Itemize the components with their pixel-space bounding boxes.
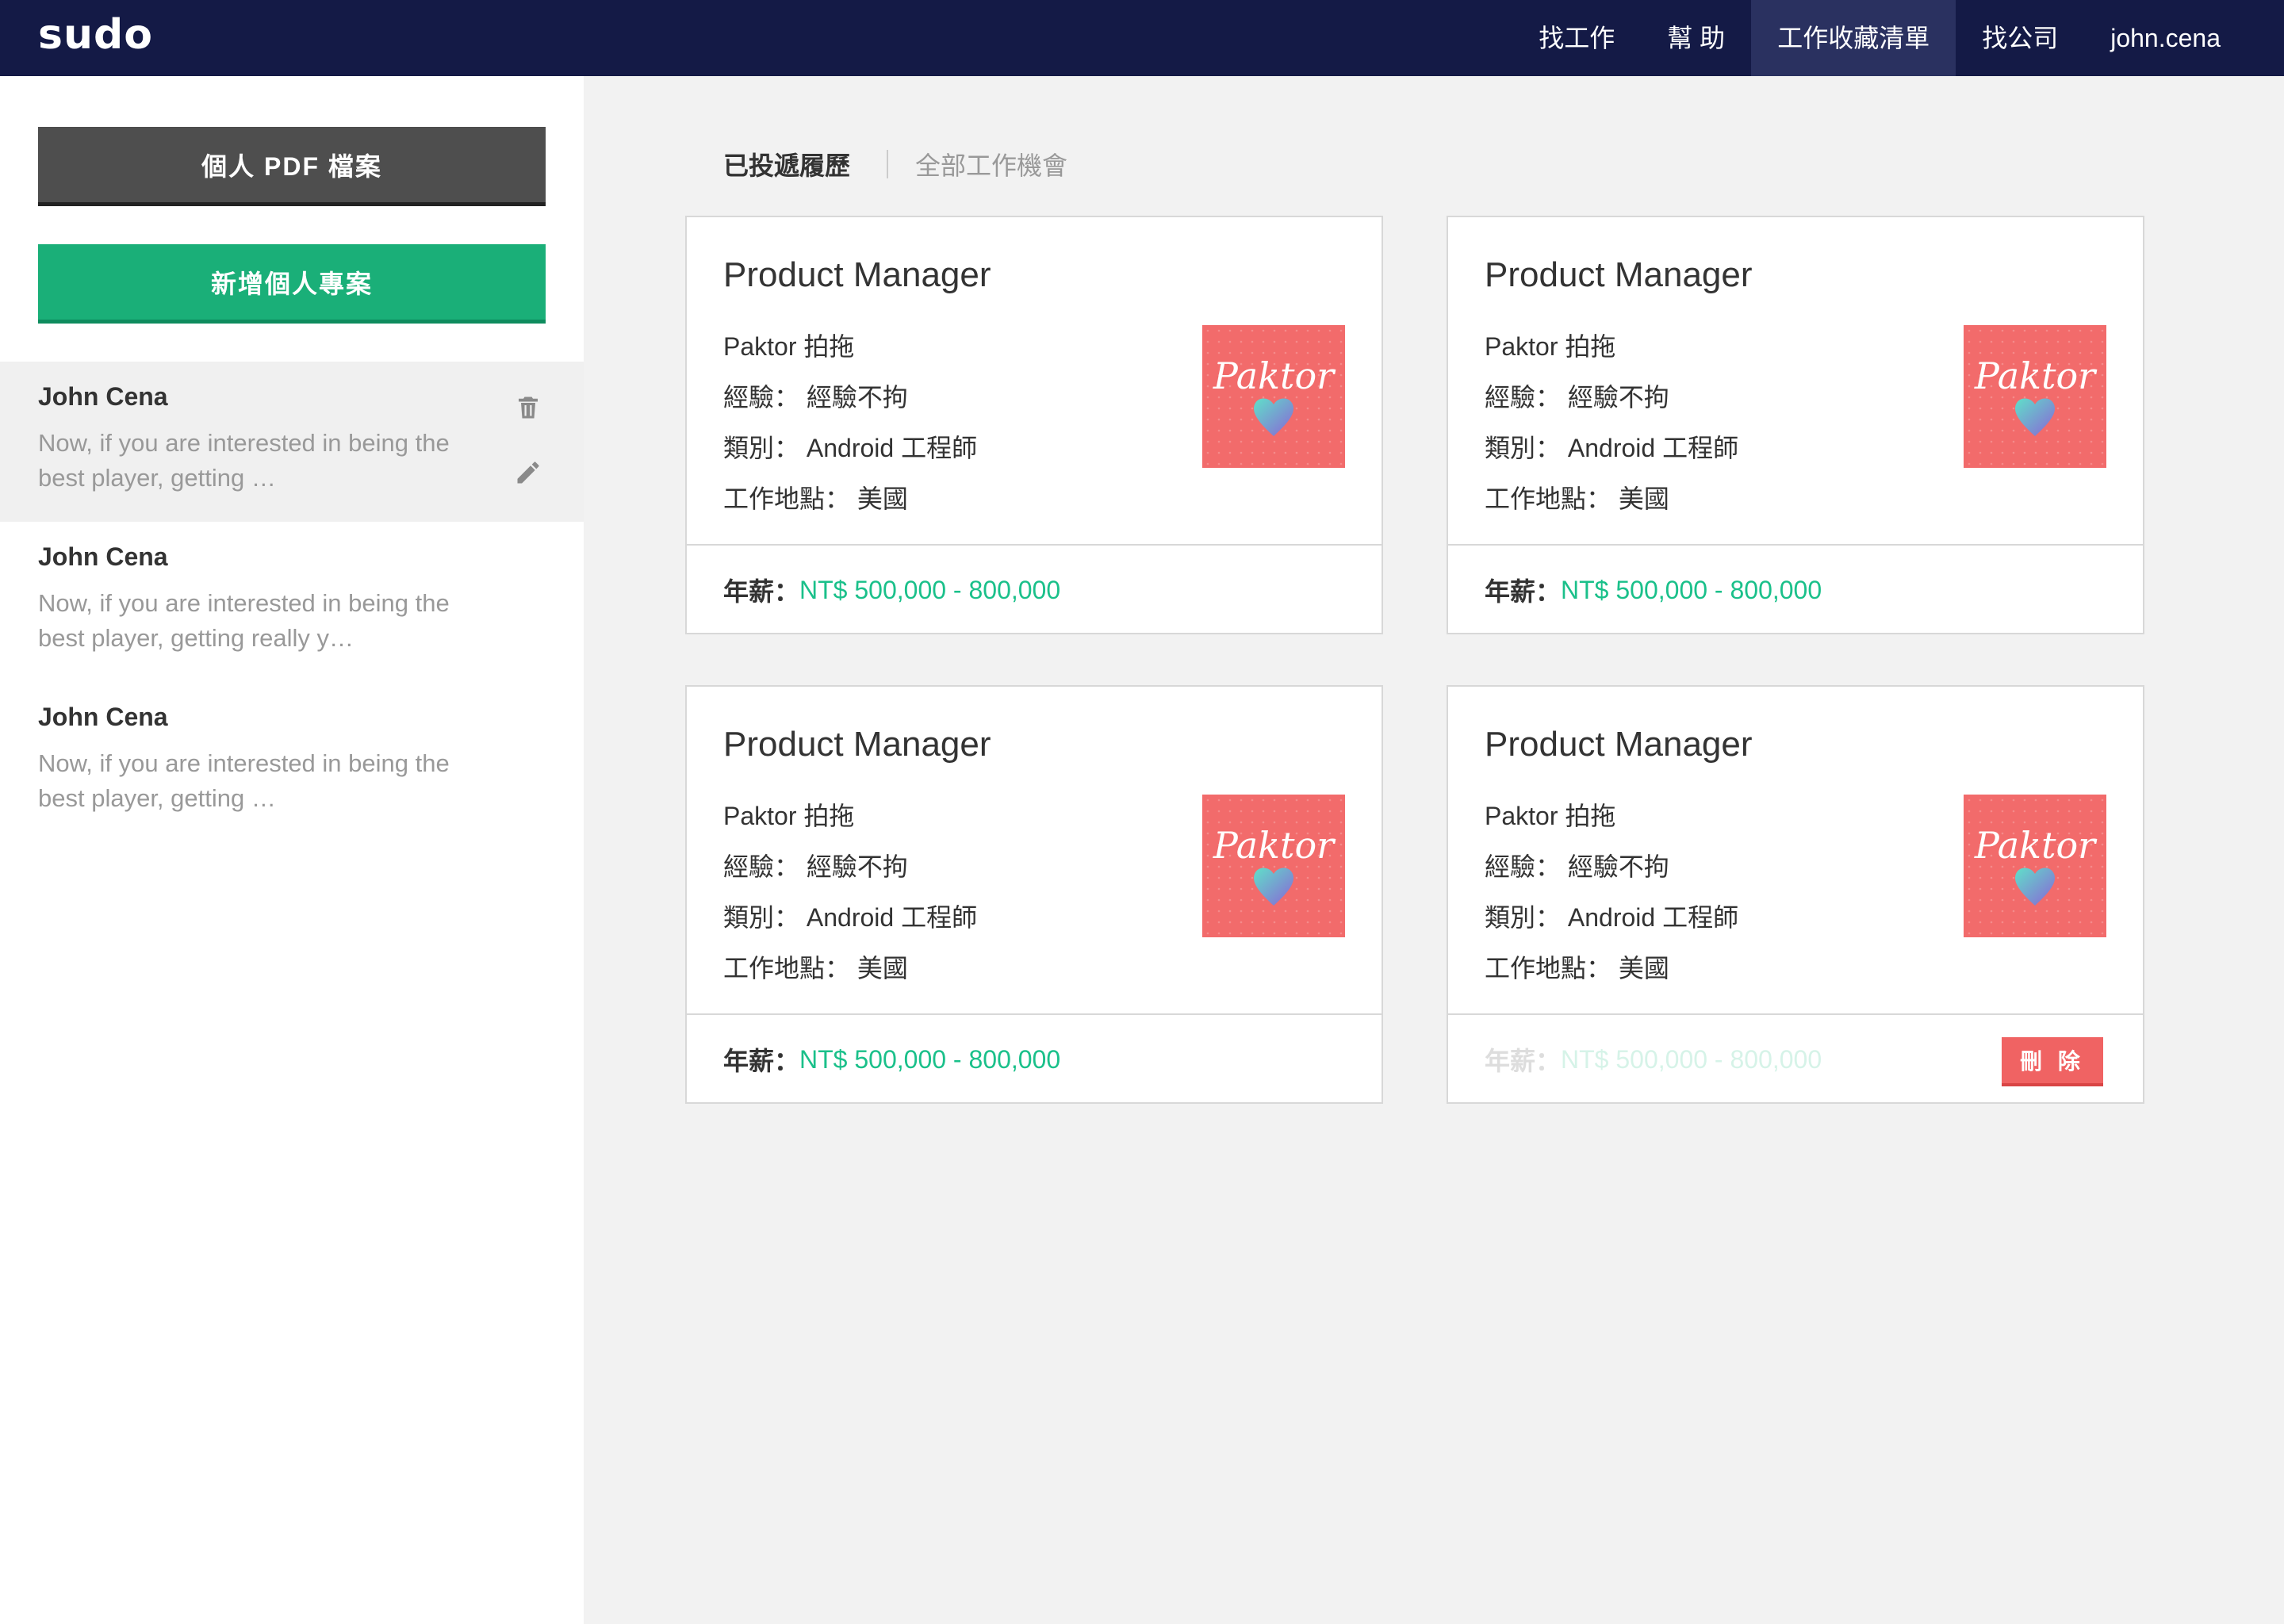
job-category: 類別： Android 工程師: [723, 434, 978, 462]
job-info: Paktor 拍拖 經驗： 經驗不拘 類別： Android 工程師 工作地點：…: [723, 796, 977, 999]
job-card[interactable]: Product Manager Paktor 拍拖 經驗： 經驗不拘 類別： A…: [685, 685, 1383, 1104]
delete-button[interactable]: 刪 除: [2002, 1037, 2103, 1086]
job-title[interactable]: Product Manager: [723, 255, 991, 295]
project-list: John Cena Now, if you are interested in …: [0, 362, 584, 842]
project-description: Now, if you are interested in being the …: [38, 429, 450, 492]
company-name: Paktor 拍拖: [723, 332, 855, 361]
project-name: John Cena: [38, 542, 168, 571]
main-nav: 找工作 幫 助 工作收藏清單 找公司 john.cena: [1512, 0, 2284, 76]
job-title[interactable]: Product Manager: [723, 725, 991, 764]
job-card-footer: 年薪： NT$ 500,000 - 800,000: [687, 1013, 1382, 1104]
job-card-body: Product Manager Paktor 拍拖 經驗： 經驗不拘 類別： A…: [687, 217, 1382, 544]
project-name: John Cena: [38, 382, 168, 411]
job-card[interactable]: Product Manager Paktor 拍拖 經驗： 經驗不拘 類別： A…: [1447, 216, 2144, 634]
top-nav-bar: sudo 找工作 幫 助 工作收藏清單 找公司 john.cena: [0, 0, 2284, 76]
company-name: Paktor 拍拖: [1485, 332, 1616, 361]
project-description: Now, if you are interested in being the …: [38, 749, 450, 812]
salary-label: 年薪：: [1485, 1047, 1562, 1075]
company-name: Paktor 拍拖: [723, 802, 855, 830]
job-experience: 經驗： 經驗不拘: [723, 852, 908, 881]
job-card-body: Product Manager Paktor 拍拖 經驗： 經驗不拘 類別： A…: [1448, 217, 2143, 544]
project-item[interactable]: John Cena Now, if you are interested in …: [0, 682, 584, 842]
nav-find-companies[interactable]: 找公司: [1956, 0, 2084, 76]
project-name: John Cena: [38, 703, 168, 731]
job-location: 工作地點： 美國: [1485, 485, 1669, 513]
logo-wordmark: Paktor: [1213, 354, 1336, 397]
job-card[interactable]: Product Manager Paktor 拍拖 經驗： 經驗不拘 類別： A…: [1447, 685, 2144, 1104]
job-experience: 經驗： 經驗不拘: [723, 383, 908, 412]
job-card-footer: 年薪： NT$ 500,000 - 800,000 刪 除: [1448, 1013, 2143, 1104]
job-tabs: 已投遞履歷 全部工作機會: [723, 146, 1067, 182]
logo-wordmark: Paktor: [1213, 824, 1336, 867]
sidebar: 個人 PDF 檔案 新增個人專案 John Cena Now, if you a…: [0, 76, 584, 1624]
project-item[interactable]: John Cena Now, if you are interested in …: [0, 362, 584, 522]
company-logo: Paktor: [1964, 325, 2106, 468]
salary-label: 年薪：: [723, 577, 800, 606]
job-card[interactable]: Product Manager Paktor 拍拖 經驗： 經驗不拘 類別： A…: [685, 216, 1383, 634]
job-category: 類別： Android 工程師: [1485, 903, 1739, 932]
company-logo: Paktor: [1202, 325, 1345, 468]
job-category: 類別： Android 工程師: [1485, 434, 1739, 462]
job-info: Paktor 拍拖 經驗： 經驗不拘 類別： Android 工程師 工作地點：…: [1485, 796, 1738, 999]
job-category: 類別： Android 工程師: [723, 903, 978, 932]
nav-saved-jobs[interactable]: 工作收藏清單: [1751, 0, 1956, 76]
project-item[interactable]: John Cena Now, if you are interested in …: [0, 522, 584, 682]
salary-value: NT$ 500,000 - 800,000: [799, 1044, 1061, 1074]
salary-value: NT$ 500,000 - 800,000: [799, 575, 1061, 604]
project-description: Now, if you are interested in being the …: [38, 589, 450, 652]
add-project-button[interactable]: 新增個人專案: [38, 244, 546, 324]
logo-wordmark: Paktor: [1974, 354, 2098, 397]
company-logo: Paktor: [1964, 795, 2106, 937]
job-card-body: Product Manager Paktor 拍拖 經驗： 經驗不拘 類別： A…: [687, 687, 1382, 1013]
job-card-body: Product Manager Paktor 拍拖 經驗： 經驗不拘 類別： A…: [1448, 687, 2143, 1013]
job-experience: 經驗： 經驗不拘: [1485, 383, 1669, 412]
tab-applied[interactable]: 已投遞履歷: [723, 146, 850, 182]
pdf-profile-button[interactable]: 個人 PDF 檔案: [38, 127, 546, 206]
trash-icon[interactable]: [514, 393, 542, 422]
nav-help[interactable]: 幫 助: [1641, 0, 1751, 76]
salary-value: NT$ 500,000 - 800,000: [1561, 1044, 1822, 1074]
salary-label: 年薪：: [1485, 577, 1562, 606]
job-location: 工作地點： 美國: [723, 954, 908, 982]
nav-user-account[interactable]: john.cena: [2084, 0, 2284, 76]
logo-wordmark: Paktor: [1974, 824, 2098, 867]
job-info: Paktor 拍拖 經驗： 經驗不拘 類別： Android 工程師 工作地點：…: [1485, 327, 1738, 530]
company-name: Paktor 拍拖: [1485, 802, 1616, 830]
job-location: 工作地點： 美國: [723, 485, 908, 513]
logo[interactable]: sudo: [38, 11, 153, 59]
job-card-footer: 年薪： NT$ 500,000 - 800,000: [1448, 544, 2143, 634]
company-logo: Paktor: [1202, 795, 1345, 937]
job-experience: 經驗： 經驗不拘: [1485, 852, 1669, 881]
tab-divider: [887, 150, 889, 178]
pencil-icon[interactable]: [514, 458, 542, 487]
job-title[interactable]: Product Manager: [1485, 725, 1753, 764]
job-info: Paktor 拍拖 經驗： 經驗不拘 類別： Android 工程師 工作地點：…: [723, 327, 977, 530]
nav-find-jobs[interactable]: 找工作: [1512, 0, 1641, 76]
tab-all-jobs[interactable]: 全部工作機會: [915, 146, 1067, 182]
job-card-footer: 年薪： NT$ 500,000 - 800,000: [687, 544, 1382, 634]
salary-label: 年薪：: [723, 1047, 800, 1075]
job-location: 工作地點： 美國: [1485, 954, 1669, 982]
job-title[interactable]: Product Manager: [1485, 255, 1753, 295]
salary-value: NT$ 500,000 - 800,000: [1561, 575, 1822, 604]
